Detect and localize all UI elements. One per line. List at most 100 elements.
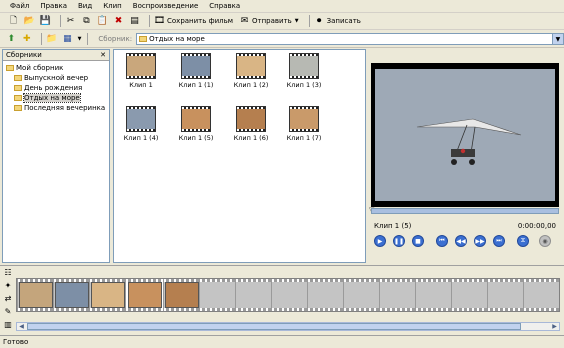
tree-item-label: Мой сборник <box>16 64 64 72</box>
menu-edit[interactable]: Правка <box>40 2 67 10</box>
storyboard-cell-selected[interactable] <box>125 279 163 311</box>
stop-icon: ■ <box>415 237 421 245</box>
fast-forward-icon: ▶▶ <box>475 237 485 245</box>
previous-frame-button[interactable]: ⏮ <box>436 235 448 247</box>
clip-label: Клип 1 <box>129 81 153 89</box>
effects-icon[interactable]: ✦ <box>3 282 14 291</box>
pause-icon: ❚❚ <box>393 237 405 245</box>
storyboard-cell[interactable] <box>523 279 559 311</box>
narrate-icon[interactable]: ✎ <box>3 307 14 316</box>
timeline-toggle-icon[interactable]: ☷ <box>3 269 14 278</box>
record-label: Записать <box>326 17 361 25</box>
save-movie-button[interactable]: 🎞 Сохранить фильм <box>154 16 233 27</box>
play-button[interactable]: ▶ <box>374 235 386 247</box>
save-movie-label: Сохранить фильм <box>167 17 234 25</box>
split-clip-button[interactable]: ⧖ <box>517 235 529 247</box>
up-arrow-icon[interactable]: ⬆ <box>6 34 17 45</box>
toolbar-separator <box>60 15 61 27</box>
tree-item-label: День рождения <box>24 84 83 92</box>
tree-item-seaside[interactable]: Отдых на море <box>6 93 109 103</box>
cut-icon[interactable]: ✂ <box>65 16 76 27</box>
chevron-down-icon[interactable]: ▼ <box>78 36 82 42</box>
storyboard-cell[interactable] <box>487 279 523 311</box>
snapshot-button[interactable]: ◉ <box>539 235 551 247</box>
send-label: Отправить <box>252 17 292 25</box>
save-movie-icon: 🎞 <box>153 15 166 26</box>
clip-item[interactable]: Клип 1 (1) <box>174 53 218 89</box>
tree-item-graduation[interactable]: Выпускной вечер <box>6 73 109 83</box>
storyboard-cell[interactable] <box>163 279 199 311</box>
toolbar-separator <box>87 33 89 45</box>
tree-item-root[interactable]: Мой сборник <box>6 63 109 73</box>
close-icon[interactable]: ✕ <box>100 51 106 59</box>
storyboard-cell[interactable] <box>235 279 271 311</box>
tree-item-birthday[interactable]: День рождения <box>6 83 109 93</box>
menu-help[interactable]: Справка <box>209 2 240 10</box>
chevron-down-icon[interactable]: ▼ <box>551 34 563 44</box>
preview-timecode: 0:00:00,00 <box>517 222 556 230</box>
copy-icon[interactable]: ⧉ <box>81 16 92 27</box>
clip-label: Клип 1 (6) <box>233 134 269 142</box>
properties-icon[interactable]: ▤ <box>129 16 140 27</box>
new-project-icon[interactable]: 🗋 <box>8 16 19 27</box>
menu-file[interactable]: Файл <box>10 2 29 10</box>
clip-item[interactable]: Клип 1 (4) <box>119 106 163 142</box>
storyboard-scrollbar[interactable]: ◀ ▶ <box>16 322 560 331</box>
clip-item[interactable]: Клип 1 (6) <box>229 106 273 142</box>
clip-thumbnail <box>289 106 319 132</box>
storyboard-cell[interactable] <box>89 279 125 311</box>
scrollbar-thumb[interactable] <box>27 323 521 330</box>
collections-folder-icon[interactable]: 📁 <box>46 34 57 45</box>
storyboard-cell[interactable] <box>17 279 53 311</box>
menu-view[interactable]: Вид <box>78 2 92 10</box>
skip-forward-icon: ⏭ <box>496 237 502 244</box>
status-text: Готово <box>3 338 29 346</box>
open-project-icon[interactable]: 📂 <box>24 16 35 27</box>
pause-button[interactable]: ❚❚ <box>393 235 405 247</box>
storyboard-cell[interactable] <box>451 279 487 311</box>
transitions-icon[interactable]: ⇄ <box>3 295 14 304</box>
storyboard-cell[interactable] <box>379 279 415 311</box>
clips-pane: Клип 1 Клип 1 (1) Клип 1 (2) Клип 1 (3) … <box>113 49 366 263</box>
storyboard-cell[interactable] <box>307 279 343 311</box>
storyboard-cell[interactable] <box>271 279 307 311</box>
stop-button[interactable]: ■ <box>412 235 424 247</box>
save-project-icon[interactable]: 💾 <box>40 16 51 27</box>
toolbar-separator <box>308 15 310 27</box>
collection-select[interactable]: Отдых на море ▼ <box>136 33 564 45</box>
menu-bar: Файл Правка Вид Клип Воспроизведение Спр… <box>0 0 564 13</box>
send-button[interactable]: ✉ Отправить ▼ <box>239 16 299 27</box>
storyboard-cell[interactable] <box>53 279 89 311</box>
menu-playback[interactable]: Воспроизведение <box>133 2 199 10</box>
scroll-left-icon[interactable]: ◀ <box>17 323 26 330</box>
rewind-button[interactable]: ◀◀ <box>455 235 467 247</box>
menu-clip[interactable]: Клип <box>103 2 122 10</box>
storyboard-frame <box>55 282 89 308</box>
clip-item[interactable]: Клип 1 (7) <box>282 106 326 142</box>
paste-icon[interactable]: 📋 <box>97 16 108 27</box>
camera-icon: ◉ <box>542 237 548 245</box>
storyboard-strip[interactable] <box>16 278 560 312</box>
seek-bar[interactable] <box>371 208 559 214</box>
clip-item[interactable]: Клип 1 <box>119 53 163 89</box>
next-frame-button[interactable]: ⏭ <box>493 235 505 247</box>
record-button[interactable]: ⏺ Записать <box>314 16 361 27</box>
tree-item-last-party[interactable]: Последняя вечеринка <box>6 103 109 113</box>
clip-item[interactable]: Клип 1 (5) <box>174 106 218 142</box>
toolbar-separator <box>41 33 43 45</box>
forward-button[interactable]: ▶▶ <box>474 235 486 247</box>
storyboard-cell[interactable] <box>199 279 235 311</box>
new-collection-icon[interactable]: ✚ <box>22 34 33 45</box>
storyboard-cell[interactable] <box>343 279 379 311</box>
delete-icon[interactable]: ✖ <box>113 16 124 27</box>
collections-toolbar: ⬆ ✚ 📁 ▦ ▼ Сборник: Отдых на море ▼ <box>0 31 564 48</box>
storyboard-cell[interactable] <box>415 279 451 311</box>
view-mode-icon[interactable]: ▦ <box>62 34 73 45</box>
scroll-right-icon[interactable]: ▶ <box>550 323 559 330</box>
clip-item[interactable]: Клип 1 (2) <box>229 53 273 89</box>
preview-monitor: ▽ Клип 1 (5) 0:00:00,00 ▶ ❚❚ ■ ⏮ ◀◀ ▶▶ ⏭… <box>369 49 562 263</box>
play-icon: ▶ <box>377 237 383 245</box>
clip-item[interactable]: Клип 1 (3) <box>282 53 326 89</box>
titles-icon[interactable]: ▥ <box>3 320 14 329</box>
preview-video-frame <box>375 69 555 201</box>
